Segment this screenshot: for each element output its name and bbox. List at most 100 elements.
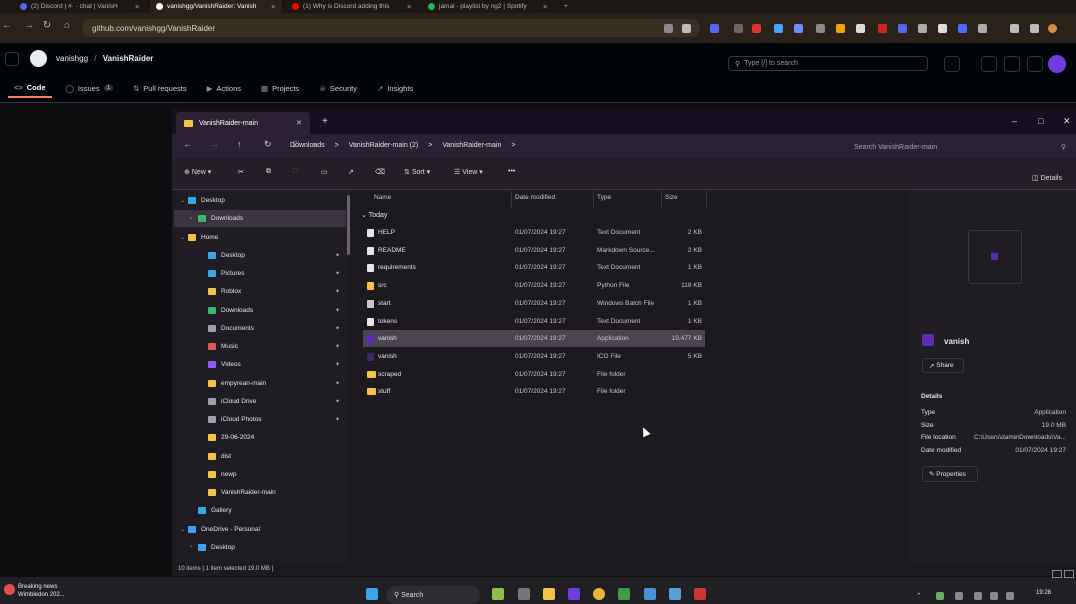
inbox-icon[interactable] [1027, 56, 1043, 72]
sort-button[interactable]: ⇅ Sort ▾ [404, 168, 430, 176]
browser-tab[interactable]: (2) Discord | #· · chat | VanisH ✕ [14, 0, 146, 13]
sidebar-item[interactable]: VanishRaider-main [174, 484, 346, 501]
issues-icon[interactable] [981, 56, 997, 72]
sidebar-item[interactable]: Pictures ✦ [174, 265, 346, 282]
repo-owner[interactable]: vanishgg [56, 54, 88, 63]
search-input[interactable]: ⚲ Type [/] to search [728, 56, 928, 71]
widget-icon[interactable] [492, 588, 504, 600]
sidebar-item[interactable]: ⌄ Home [174, 229, 346, 246]
extension-icon[interactable] [856, 24, 865, 33]
chevron-down-icon[interactable]: ⌄ [180, 197, 188, 204]
column-header-size[interactable]: Size [665, 194, 678, 201]
cut-icon[interactable]: ✂ [238, 168, 244, 176]
repo-tab-insights[interactable]: ↗ Insights [371, 78, 419, 98]
download-icon[interactable] [1030, 24, 1039, 33]
extension-icon[interactable] [938, 24, 947, 33]
share-icon[interactable]: ↗ [348, 168, 354, 176]
microphone-icon[interactable] [955, 592, 963, 600]
repo-name[interactable]: VanishRaider [103, 54, 154, 63]
sidebar-item[interactable]: dist [174, 448, 346, 465]
sidebar-item[interactable]: Gallery [174, 502, 346, 519]
taskbar-search[interactable]: ⚲ Search [386, 586, 480, 604]
sidebar-item[interactable]: ⌄ Desktop [174, 192, 346, 209]
paste-icon[interactable]: □ [293, 168, 297, 175]
extension-icon[interactable] [918, 24, 927, 33]
copy-icon[interactable]: ⧉ [266, 168, 271, 176]
sidebar-item[interactable]: Desktop ✦ [174, 247, 346, 264]
puzzle-icon[interactable] [978, 24, 987, 33]
task-view-icon[interactable] [518, 588, 530, 600]
back-icon[interactable]: ← [183, 139, 192, 149]
delete-icon[interactable]: ⌫ [375, 168, 385, 176]
group-header-today[interactable]: ⌄ Today [361, 211, 387, 219]
user-avatar[interactable] [1048, 55, 1066, 73]
extension-icon[interactable] [816, 24, 825, 33]
up-icon[interactable]: ↑ [237, 139, 242, 149]
browser-tab[interactable]: jamal - playlist by ng2 | Spotify ✕ [422, 0, 554, 13]
file-row[interactable]: HELP 01/07/2024 19:27 Text Document 2 KB [363, 224, 705, 241]
file-row[interactable]: src 01/07/2024 19:27 Python File 118 KB [363, 277, 705, 294]
new-tab-button[interactable]: + [558, 0, 574, 13]
column-header-name[interactable]: Name [374, 194, 391, 201]
chevron-right-icon[interactable]: › [190, 544, 198, 550]
tray-icon[interactable] [936, 592, 944, 600]
sidebar-item[interactable]: iCloud Drive ✦ [174, 393, 346, 410]
close-tab-icon[interactable]: ✕ [296, 119, 302, 127]
explorer-search-input[interactable]: Search VanishRaider-main ⚲ [846, 140, 1072, 154]
column-divider[interactable] [661, 191, 662, 207]
minimize-icon[interactable]: – [1012, 116, 1017, 126]
news-icon[interactable] [4, 584, 15, 595]
app-icon[interactable] [618, 588, 630, 600]
cast-icon[interactable] [664, 24, 673, 33]
sidebar-item[interactable]: Downloads ✦ [174, 302, 346, 319]
file-row[interactable]: vanish 01/07/2024 19:27 ICO File 5 KB [363, 348, 705, 365]
column-divider[interactable] [593, 191, 594, 207]
forward-icon[interactable]: → [210, 139, 219, 149]
sidebar-item[interactable]: Videos ✦ [174, 356, 346, 373]
explorer-breadcrumb[interactable]: Downloads > VanishRaider-main (2) > VanishRa… [290, 138, 838, 153]
sidebar-icon[interactable] [1010, 24, 1019, 33]
extension-icon[interactable] [710, 24, 719, 33]
file-row[interactable]: start 01/07/2024 19:27 Windows Batch File 1… [363, 295, 705, 312]
share-button[interactable]: ↗ Share [922, 358, 964, 373]
column-divider[interactable] [706, 191, 707, 207]
details-toggle-button[interactable]: ◫ Details [1032, 174, 1062, 182]
column-header-type[interactable]: Type [597, 194, 611, 201]
repo-tab-security[interactable]: ☠ Security [313, 78, 363, 98]
app-icon[interactable] [669, 588, 681, 600]
home-icon[interactable]: ⌂ [60, 20, 74, 31]
forward-icon[interactable]: → [22, 20, 36, 31]
sidebar-item[interactable]: › Downloads [174, 210, 346, 228]
chevron-down-icon[interactable]: ⌄ [180, 234, 188, 241]
extension-icon[interactable] [958, 24, 967, 33]
column-header-date[interactable]: Date modified [515, 194, 555, 201]
close-tab-icon[interactable]: ✕ [265, 3, 276, 11]
clock[interactable]: 19:28 [1036, 590, 1051, 596]
more-options-button[interactable]: ••• [508, 168, 515, 175]
extension-icon[interactable] [836, 24, 845, 33]
sidebar-scrollbar[interactable] [347, 195, 350, 255]
browser-tab[interactable]: vanishgg/VanishRaider: Vanish ✕ [150, 0, 282, 13]
address-bar[interactable]: github.com/vanishgg/VanishRaider [82, 19, 700, 37]
volume-icon[interactable] [1006, 592, 1014, 600]
extension-icon[interactable] [878, 24, 887, 33]
news-widget[interactable]: Breaking news Wimbledon 202... [18, 583, 65, 599]
extension-icon[interactable] [734, 24, 743, 33]
properties-button[interactable]: ✎ Properties [922, 466, 978, 482]
extension-icon[interactable] [774, 24, 783, 33]
file-row[interactable]: stuff 01/07/2024 19:27 File folder [363, 383, 705, 400]
sidebar-item[interactable]: empyrean-main ✦ [174, 375, 346, 392]
chrome-icon[interactable] [593, 588, 605, 600]
repo-tab-issues[interactable]: ◯ Issues 1 [60, 78, 119, 98]
extension-icon[interactable] [752, 24, 761, 33]
menu-icon[interactable] [5, 52, 19, 66]
wifi-icon[interactable] [990, 592, 998, 600]
refresh-icon[interactable]: ↻ [264, 139, 272, 150]
repo-tab-code[interactable]: <> Code [8, 78, 52, 98]
file-row[interactable]: requirements 01/07/2024 19:27 Text Documen… [363, 259, 705, 276]
extension-icon[interactable] [794, 24, 803, 33]
file-row[interactable]: scraped 01/07/2024 19:27 File folder [363, 366, 705, 383]
file-row[interactable]: vanish 01/07/2024 19:27 Application 19,477 … [363, 330, 705, 348]
create-new-button[interactable] [944, 56, 960, 72]
sidebar-item[interactable]: Documents ✦ [174, 320, 346, 337]
